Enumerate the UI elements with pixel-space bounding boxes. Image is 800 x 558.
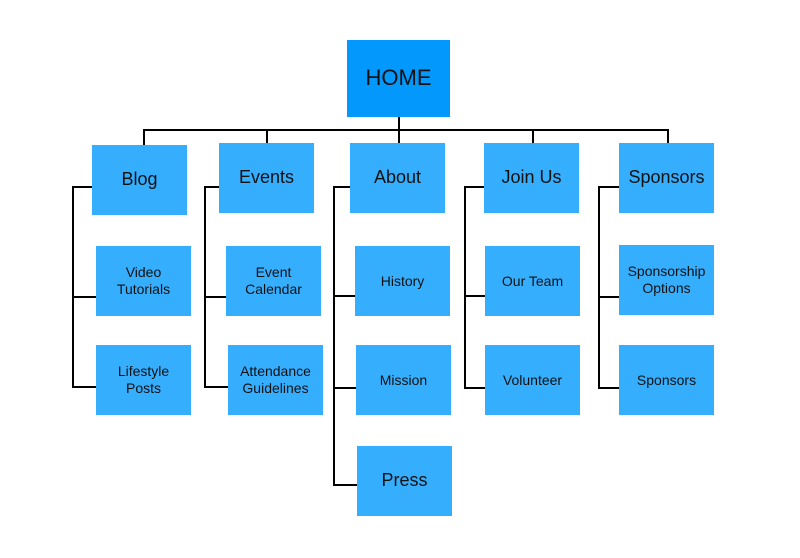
connector-drop-about [398,129,400,144]
connector-about-child-3 [333,484,357,486]
node-volunteer: Volunteer [485,345,580,415]
node-label: Lifestyle Posts [117,363,170,396]
connector-blog-vertical [72,186,74,388]
node-history: History [355,246,450,316]
connector-top-bar [143,129,667,131]
node-video-tutorials: Video Tutorials [96,246,191,316]
node-label: Attendance Guidelines [240,363,311,396]
node-lifestyle-posts: Lifestyle Posts [96,345,191,415]
node-event-calendar: Event Calendar [226,246,321,316]
node-label: History [380,272,425,289]
connector-drop-sponsors [667,129,669,144]
connector-joinus-vertical [464,186,466,389]
node-label: Blog [121,169,158,190]
node-label: Sponsors [636,371,697,388]
connector-blog-child-1 [72,296,96,298]
node-label: Event Calendar [245,264,302,297]
node-label: Events [238,167,295,188]
connector-joinus-stub [464,186,484,188]
connector-joinus-child-1 [464,295,485,297]
connector-events-vertical [204,186,206,388]
node-label: Video Tutorials [116,264,171,297]
node-our-team: Our Team [485,246,580,316]
connector-sponsors-vertical [598,186,600,389]
node-sponsorship-options: Sponsorship Options [619,245,714,315]
node-home-label: HOME [365,65,432,91]
node-label: Press [381,470,428,491]
node-label: Join Us [501,167,562,188]
connector-joinus-child-2 [464,387,485,389]
node-label: Our Team [501,272,564,289]
connector-events-child-2 [204,386,228,388]
connector-events-child-1 [204,296,226,298]
node-blog: Blog [92,145,187,215]
node-home: HOME [347,40,450,117]
node-label: Volunteer [502,371,563,388]
connector-blog-child-2 [72,386,96,388]
node-label: Mission [379,371,428,388]
connector-drop-events [266,129,268,144]
node-press: Press [357,446,452,516]
node-label: Sponsors [628,167,705,188]
connector-sponsors-child-1 [598,296,619,298]
connector-about-vertical [333,186,335,486]
connector-about-child-2 [333,387,356,389]
connector-blog-stub [72,186,92,188]
node-sponsors: Sponsors [619,143,714,213]
node-events: Events [219,143,314,213]
node-attendance-guidelines: Attendance Guidelines [228,345,323,415]
node-label: Sponsorship Options [627,263,706,296]
connector-sponsors-stub [598,186,619,188]
connector-drop-blog [143,129,145,146]
connector-events-stub [204,186,220,188]
node-mission: Mission [356,345,451,415]
node-label: About [373,167,422,188]
node-sponsors-list: Sponsors [619,345,714,415]
connector-sponsors-child-2 [598,387,619,389]
connector-about-child-1 [333,295,356,297]
connector-about-stub [333,186,350,188]
node-join-us: Join Us [484,143,579,213]
node-about: About [350,143,445,213]
connector-drop-joinus [532,129,534,144]
